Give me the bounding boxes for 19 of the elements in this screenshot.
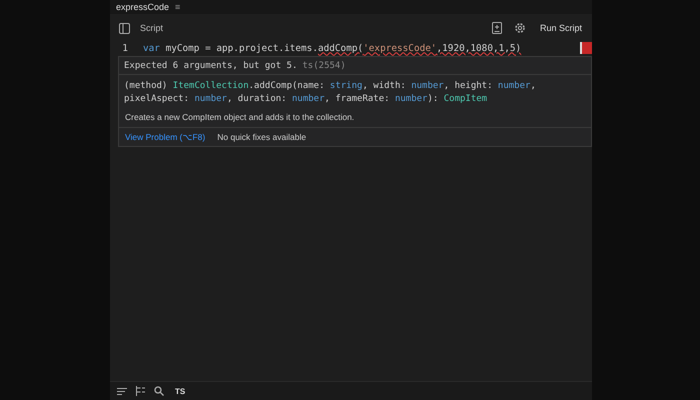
- settings-icon[interactable]: [514, 22, 526, 34]
- error-message: Expected 6 arguments, but got 5.: [124, 61, 298, 71]
- quick-fix-note: No quick fixes available: [217, 132, 306, 142]
- error-code: ts(2554): [302, 61, 346, 71]
- run-script-button[interactable]: Run Script: [536, 20, 586, 36]
- line-number: 1: [121, 42, 128, 54]
- code-line: var myComp = app.project.items.addComp('expressCode',1920,1080,1,5): [143, 42, 522, 54]
- language-indicator[interactable]: TS: [175, 386, 186, 396]
- method-description: Creates a new CompItem object and adds it to the collection.: [124, 111, 356, 124]
- search-icon[interactable]: [154, 386, 164, 396]
- menu-icon[interactable]: ≡: [175, 2, 180, 12]
- window-title: expressCode: [116, 2, 170, 12]
- outline-icon[interactable]: [136, 386, 145, 396]
- wrap-lines-icon[interactable]: [117, 386, 127, 396]
- method-signature: (method) ItemCollection.addComp(name: string, width: number, height: number, pixelAspect: number, duration: number, frameRate: number): CompItem: [123, 80, 537, 106]
- document-add-icon[interactable]: [492, 22, 502, 34]
- sidebar-toggle-icon[interactable]: [119, 22, 130, 34]
- script-label: Script: [140, 23, 164, 33]
- view-problem-link[interactable]: View Problem (⌥F8): [125, 132, 206, 142]
